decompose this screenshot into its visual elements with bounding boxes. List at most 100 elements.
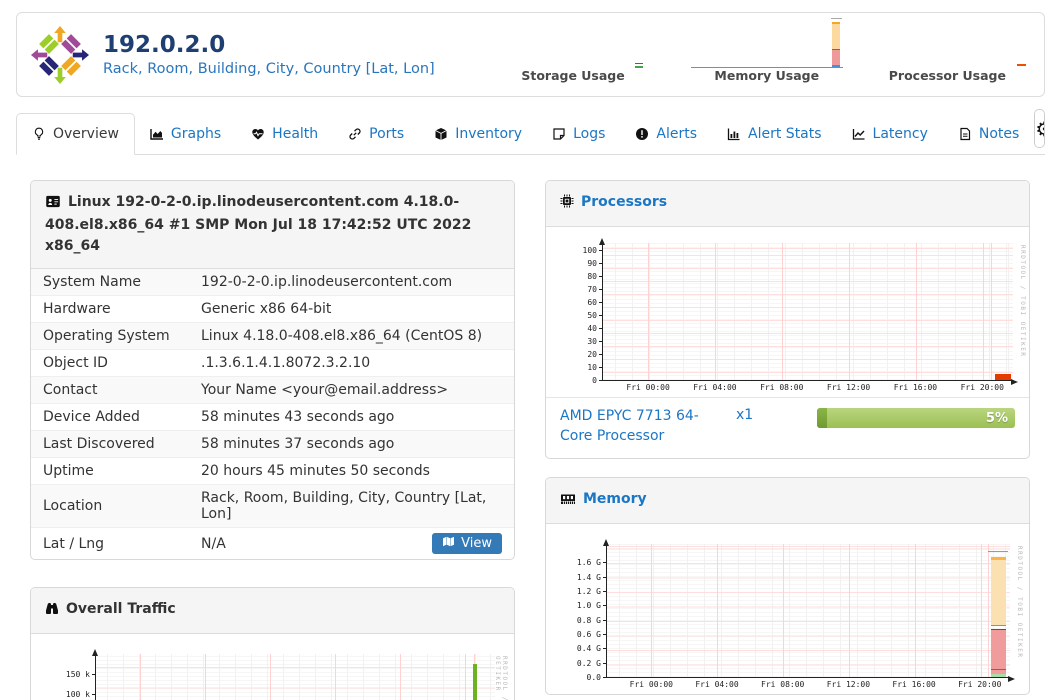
ylab: 100	[582, 245, 597, 255]
tab-alerts-label: Alerts	[656, 126, 698, 142]
memory-usage-label: Memory Usage	[714, 68, 820, 83]
tab-inventory-label: Inventory	[455, 126, 523, 142]
map-icon	[442, 536, 455, 551]
lightbulb-icon	[32, 127, 46, 141]
xlab: Fri 04:00	[695, 680, 739, 690]
ytickmark	[603, 590, 607, 592]
xlab: Fri 20:00	[958, 680, 1002, 690]
overall-traffic-graph[interactable]: 050 k100 k150 kRRDTOOL / TOBI OETIKER	[31, 634, 514, 700]
table-row: Object ID .1.3.6.1.4.1.8072.3.2.10	[31, 350, 514, 377]
xlab: Fri 08:00	[761, 680, 805, 690]
cpu-name-link[interactable]: AMD EPYC 7713 64-Core Processor	[560, 407, 710, 446]
ytickmark	[599, 314, 603, 316]
table-row: System Name 192-0-2-0.ip.linodeuserconten…	[31, 269, 514, 296]
seg	[832, 48, 841, 51]
memory-usage-mini-graph[interactable]: Memory Usage	[690, 16, 843, 83]
seg	[988, 550, 1009, 552]
address-card-icon	[45, 194, 61, 215]
ytickmark	[599, 262, 603, 264]
processor-usage-mini-graph[interactable]: Processor Usage	[889, 60, 1026, 83]
system-info-title: Linux 192-0-2-0.ip.linodeusercontent.com…	[45, 194, 472, 254]
memory-plot-area: 0.0 0.2 G 0.4 G 0.6 G 0.8 G 1.0 G 1.2 G 1.4 G 1.…	[577, 539, 1023, 689]
ylab: 1.2 G	[576, 586, 601, 596]
xlab: Fri 16:00	[892, 680, 936, 690]
settings-gear-button[interactable]: ⚙	[1035, 110, 1045, 147]
ytickmark	[92, 694, 96, 696]
ylab: 0.8 G	[576, 615, 601, 625]
seg	[990, 673, 1006, 678]
ylab: 80	[587, 271, 597, 281]
table-row: Uptime 20 hours 45 minutes 50 seconds	[31, 458, 514, 485]
tab-ports[interactable]: Ports	[333, 113, 419, 155]
device-location-link[interactable]: Rack, Room, Building, City, Country [Lat…	[103, 61, 435, 77]
ylab: 40	[587, 323, 597, 333]
processors-graph[interactable]: 0 10 20 30 40 50 60 70 80 90 100 Fri 00:00 Fri 04:00…	[546, 227, 1029, 397]
sticky-note-icon	[552, 127, 566, 141]
overall-traffic-title: Overall Traffic	[66, 601, 176, 617]
processor-usage-sparkline	[1016, 60, 1026, 70]
seg	[1016, 64, 1026, 66]
ytickmark	[599, 353, 603, 355]
xlab: Fri 12:00	[826, 383, 871, 392]
memory-title-link[interactable]: Memory	[583, 491, 647, 507]
seg	[635, 63, 644, 65]
memory-header: Memory	[546, 478, 1029, 525]
cpu-usage-bar: 5%	[817, 408, 1015, 428]
ylab: 0.4 G	[576, 644, 601, 654]
tab-latency-label: Latency	[872, 126, 928, 142]
ytickmark	[603, 576, 607, 578]
tab-health-label: Health	[272, 126, 319, 142]
link-icon	[348, 127, 362, 141]
chart-line-icon	[852, 127, 866, 141]
xlab: Fri 00:00	[626, 383, 670, 392]
ylab: 0	[592, 376, 597, 385]
device-title: 192.0.2.0	[103, 31, 226, 58]
chart-area-icon	[150, 127, 164, 141]
storage-usage-sparkline	[634, 60, 645, 70]
tab-alerts[interactable]: Alerts	[620, 113, 712, 155]
cpu-count[interactable]: x1	[736, 407, 753, 423]
ytickmark	[599, 380, 603, 381]
gear-icon: ⚙	[1035, 119, 1044, 139]
centos-logo-icon	[31, 25, 89, 84]
ytickmark	[599, 275, 603, 277]
tab-logs[interactable]: Logs	[537, 113, 620, 155]
seg	[990, 669, 1006, 671]
seg	[990, 560, 1006, 625]
overall-traffic-header: Overall Traffic	[31, 588, 514, 634]
xlab: Fri 20:00	[960, 383, 1004, 392]
tab-health[interactable]: Health	[236, 113, 333, 155]
xlab: Fri 08:00	[760, 383, 804, 392]
view-map-button[interactable]: View	[432, 533, 502, 554]
tab-alert-stats[interactable]: Alert Stats	[712, 113, 837, 155]
tab-notes[interactable]: Notes	[943, 113, 1034, 155]
ylab: 60	[587, 297, 597, 307]
device-tabbar: Overview Graphs Health Ports Inventory L…	[16, 109, 1045, 155]
memory-graph[interactable]: 0.0 0.2 G 0.4 G 0.6 G 0.8 G 1.0 G 1.2 G 1.4 G 1.…	[546, 524, 1029, 694]
storage-usage-mini-graph[interactable]: Storage Usage	[521, 60, 645, 83]
system-info-table: System Name 192-0-2-0.ip.linodeuserconten…	[31, 269, 514, 559]
tab-graphs[interactable]: Graphs	[135, 113, 236, 155]
seg	[994, 374, 1011, 380]
processors-title-link[interactable]: Processors	[581, 194, 667, 210]
xlab: Fri 00:00	[629, 680, 674, 690]
microchip-icon	[560, 194, 574, 215]
table-row: Contact Your Name <your@email.address>	[31, 377, 514, 404]
tab-overview[interactable]: Overview	[16, 113, 135, 155]
seg	[990, 624, 1006, 627]
ytickmark	[599, 249, 603, 251]
table-row: Last Discovered 58 minutes 37 seconds ago	[31, 431, 514, 458]
tab-latency[interactable]: Latency	[837, 113, 943, 155]
processors-header: Processors	[546, 181, 1029, 227]
tab-inventory[interactable]: Inventory	[419, 113, 537, 155]
ytickmark	[603, 677, 607, 679]
cpu-usage-percent: 5%	[985, 410, 1008, 426]
heart-pulse-icon	[251, 127, 265, 141]
ytickmark	[603, 562, 607, 564]
ytickmark	[92, 674, 96, 676]
device-actions-group: ⚙	[1034, 109, 1045, 148]
tab-alert-stats-label: Alert Stats	[748, 126, 822, 142]
chart-column-icon	[727, 127, 741, 141]
overview-content: Linux 192-0-2-0.ip.linodeusercontent.com…	[30, 180, 1031, 700]
ytickmark	[603, 648, 607, 650]
